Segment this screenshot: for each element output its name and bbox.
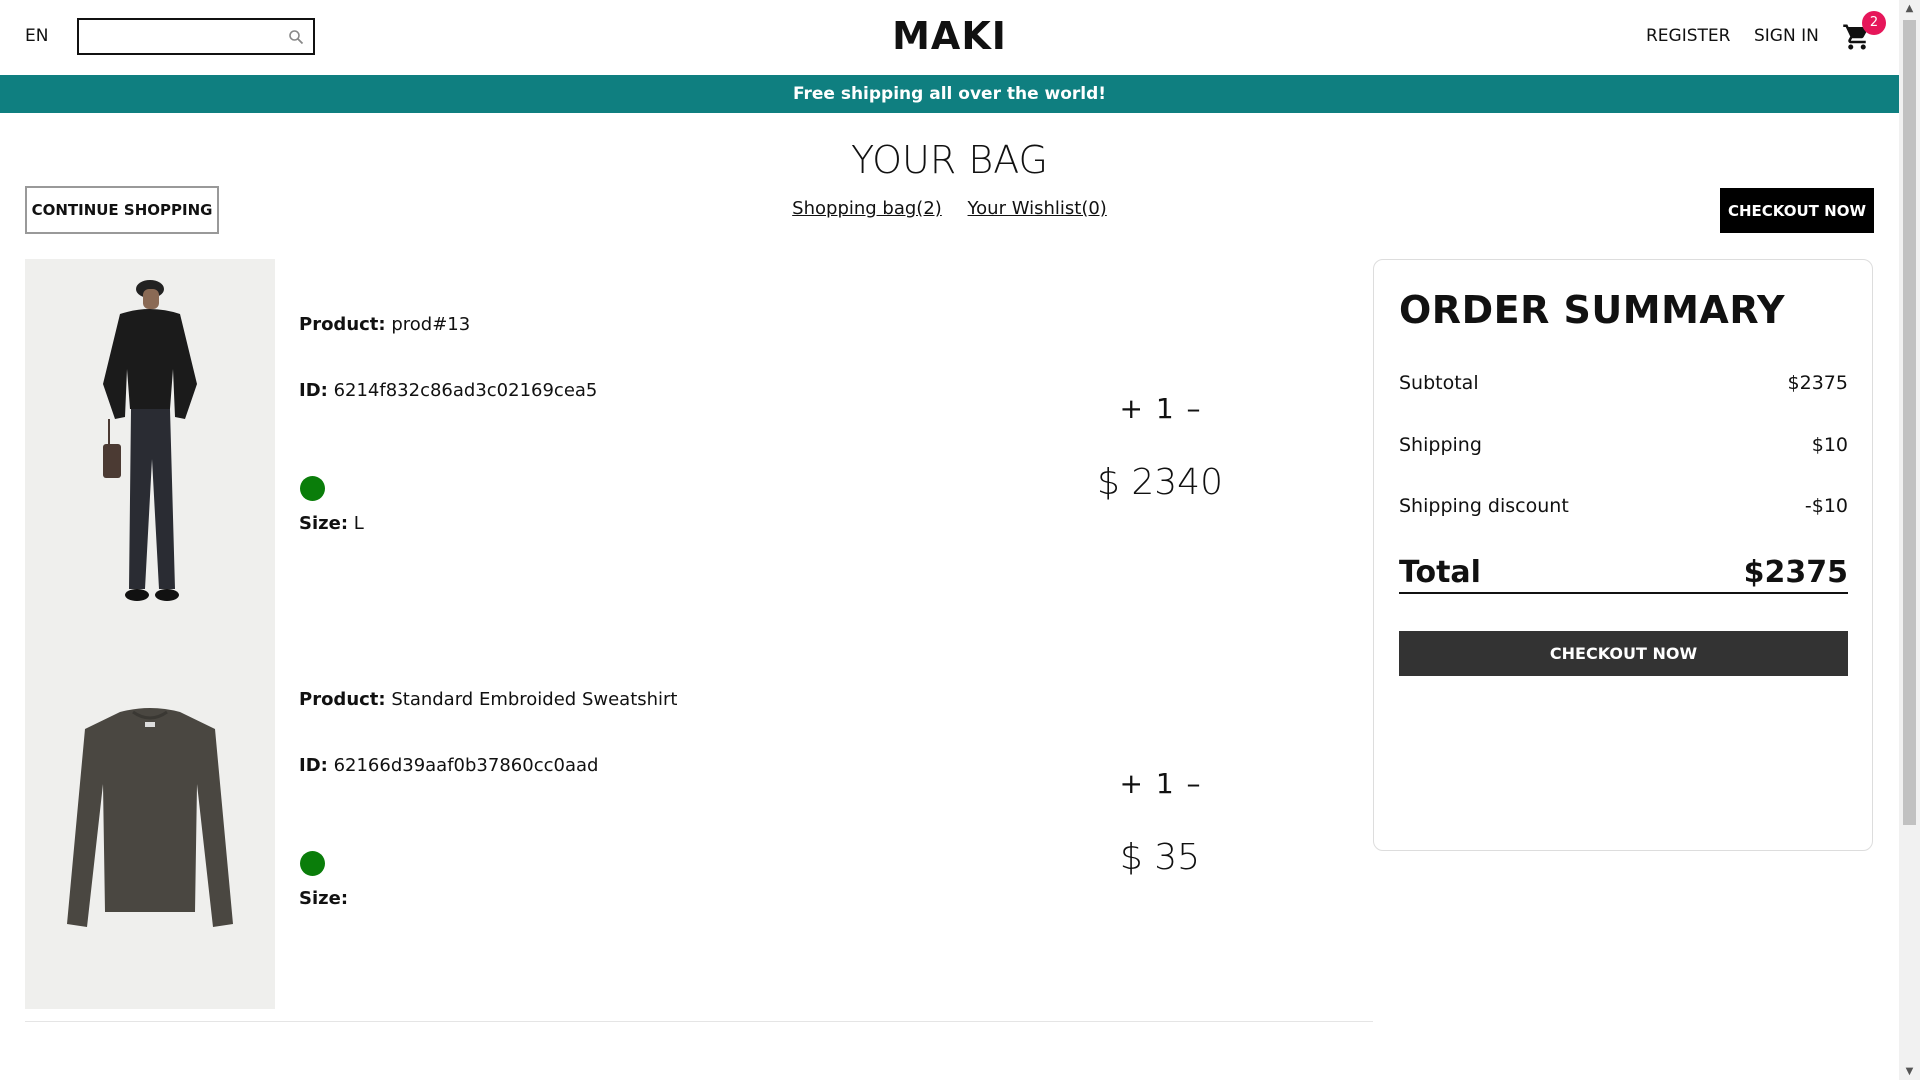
product-name: Standard Embroided Sweatshirt [385,689,678,710]
product-color-swatch [300,851,325,876]
size-label: Size: [299,513,349,534]
id-label: ID: [299,755,328,776]
shipping-value: $10 [1811,434,1848,456]
product-price: $ 2340 [1097,462,1223,503]
quantity-value: 1 [1155,392,1174,425]
signin-link[interactable]: SIGN IN [1754,26,1819,46]
order-summary: ORDER SUMMARY Subtotal $2375 Shipping $1… [1373,259,1873,851]
tab-shopping-bag[interactable]: Shopping bag(2) [792,198,942,219]
product-size-field: Size: L [299,513,364,534]
product-id: 6214f832c86ad3c02169cea5 [327,380,598,401]
shipping-discount-label: Shipping discount [1399,495,1569,517]
language-selector[interactable]: EN [25,26,48,46]
summary-checkout-button[interactable]: CHECKOUT NOW [1399,631,1848,676]
register-link[interactable]: REGISTER [1646,26,1730,46]
site-header: EN MAKI REGISTER SIGN IN 2 [0,0,1899,75]
cart-item: Product: prod#13 ID: 6214f832c86ad3c0216… [25,259,1373,634]
subtotal-value: $2375 [1787,372,1848,394]
scrollbar-thumb[interactable] [1903,20,1916,825]
tab-wishlist[interactable]: Your Wishlist(0) [968,198,1107,219]
quantity-value: 1 [1155,767,1174,800]
search-icon[interactable] [288,29,304,45]
product-photo-sweatshirt [25,634,275,1009]
product-id-field: ID: 6214f832c86ad3c02169cea5 [299,380,597,401]
product-label: Product: [299,314,386,335]
product-size: L [348,513,364,534]
total-row: Total $2375 [1399,555,1848,594]
product-image[interactable] [25,634,275,1009]
cart-count-badge: 2 [1862,11,1886,35]
quantity-stepper: + 1 – [1110,392,1210,425]
increase-quantity-button[interactable]: + [1115,392,1146,425]
total-label: Total [1399,555,1481,590]
product-price: $ 35 [1119,837,1201,878]
total-value: $2375 [1743,555,1848,590]
search-input[interactable] [79,20,279,53]
product-name-field: Product: Standard Embroided Sweatshirt [299,689,678,710]
page-scrollbar[interactable]: ▲ ▼ [1899,0,1920,1080]
subtotal-row: Subtotal $2375 [1399,372,1848,394]
product-color-swatch [300,476,325,501]
shipping-discount-row: Shipping discount -$10 [1399,495,1848,517]
product-id: 62166d39aaf0b37860cc0aad [327,755,599,776]
product-label: Product: [299,689,386,710]
decrease-quantity-button[interactable]: – [1183,767,1205,800]
cart-divider [25,1021,1373,1022]
search-box[interactable] [77,18,315,55]
product-name: prod#13 [385,314,471,335]
checkout-now-button[interactable]: CHECKOUT NOW [1720,188,1874,233]
summary-title: ORDER SUMMARY [1399,288,1786,332]
product-size-field: Size: [299,888,348,909]
shipping-row: Shipping $10 [1399,434,1848,456]
bag-tabs: Shopping bag(2) Your Wishlist(0) [0,198,1899,219]
scroll-up-icon[interactable]: ▲ [1904,3,1915,14]
decrease-quantity-button[interactable]: – [1183,392,1205,425]
subtotal-label: Subtotal [1399,372,1479,394]
product-id-field: ID: 62166d39aaf0b37860cc0aad [299,755,598,776]
product-image[interactable] [25,259,275,634]
page-title: YOUR BAG [851,138,1048,182]
cart-item: Product: Standard Embroided Sweatshirt I… [25,634,1373,1009]
size-label: Size: [299,888,349,909]
quantity-stepper: + 1 – [1110,767,1210,800]
product-name-field: Product: prod#13 [299,314,470,335]
shipping-label: Shipping [1399,434,1482,456]
id-label: ID: [299,380,328,401]
announcement-banner: Free shipping all over the world! [0,75,1899,113]
shipping-discount-value: -$10 [1804,495,1848,517]
scroll-down-icon[interactable]: ▼ [1904,1066,1915,1077]
product-photo-jacket [25,259,275,634]
increase-quantity-button[interactable]: + [1115,767,1146,800]
